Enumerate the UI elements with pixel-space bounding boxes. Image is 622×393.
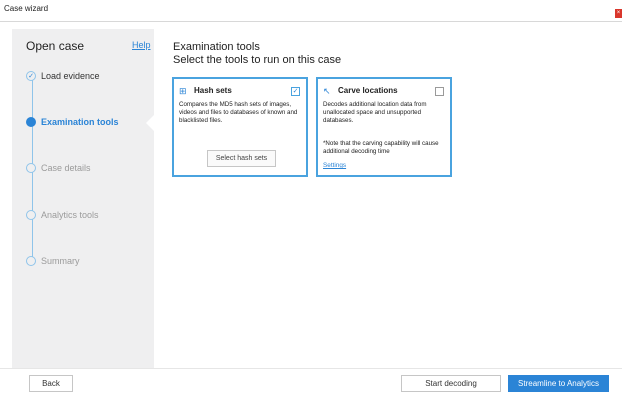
title-bar: Case wizard × xyxy=(0,0,622,22)
pending-step-icon xyxy=(26,256,36,266)
step-label: Examination tools xyxy=(41,117,119,127)
streamline-to-analytics-button[interactable]: Streamline to Analytics xyxy=(508,375,609,392)
page-subtitle: Select the tools to run on this case xyxy=(173,54,342,66)
pending-step-icon xyxy=(26,163,36,173)
card-note: *Note that the carving capability will c… xyxy=(323,140,439,156)
window-title: Case wizard xyxy=(4,4,49,13)
card-description: Decodes additional location data from un… xyxy=(323,101,427,125)
hash-set-icon: ⊞ xyxy=(179,86,187,96)
card-title: Carve locations xyxy=(338,86,398,95)
active-step-pointer xyxy=(146,114,155,132)
close-icon[interactable]: × xyxy=(615,9,622,18)
step-load-evidence[interactable]: ✓ Load evidence xyxy=(26,69,100,83)
step-case-details[interactable]: Case details xyxy=(26,161,91,175)
hash-sets-checkbox[interactable]: ✓ xyxy=(291,87,300,96)
footer-divider xyxy=(0,368,622,369)
card-description: Compares the MD5 hash sets of images, vi… xyxy=(179,101,298,125)
help-link[interactable]: Help xyxy=(132,40,151,50)
step-label: Summary xyxy=(41,256,80,266)
active-step-icon xyxy=(26,117,36,127)
sidebar-heading: Open case xyxy=(26,39,85,53)
start-decoding-button[interactable]: Start decoding xyxy=(401,375,501,392)
page-title: Examination tools xyxy=(173,41,260,53)
carve-locations-card[interactable]: ↖ Carve locations Decodes additional loc… xyxy=(316,77,452,177)
pending-step-icon xyxy=(26,210,36,220)
select-hash-sets-button[interactable]: Select hash sets xyxy=(207,150,276,167)
card-title: Hash sets xyxy=(194,86,232,95)
back-button[interactable]: Back xyxy=(29,375,73,392)
carve-locations-icon: ↖ xyxy=(323,86,331,96)
wizard-sidebar: Open case Help ✓ Load evidence Examinati… xyxy=(12,29,155,368)
settings-link[interactable]: Settings xyxy=(323,162,346,169)
hash-sets-card[interactable]: ⊞ Hash sets ✓ Compares the MD5 hash sets… xyxy=(172,77,308,177)
check-icon: ✓ xyxy=(26,71,36,81)
step-analytics-tools[interactable]: Analytics tools xyxy=(26,208,99,222)
step-label: Case details xyxy=(41,163,91,173)
step-summary[interactable]: Summary xyxy=(26,254,80,268)
step-examination-tools[interactable]: Examination tools xyxy=(26,115,119,129)
carve-locations-checkbox[interactable] xyxy=(435,87,444,96)
step-label: Load evidence xyxy=(41,71,100,81)
step-label: Analytics tools xyxy=(41,210,99,220)
